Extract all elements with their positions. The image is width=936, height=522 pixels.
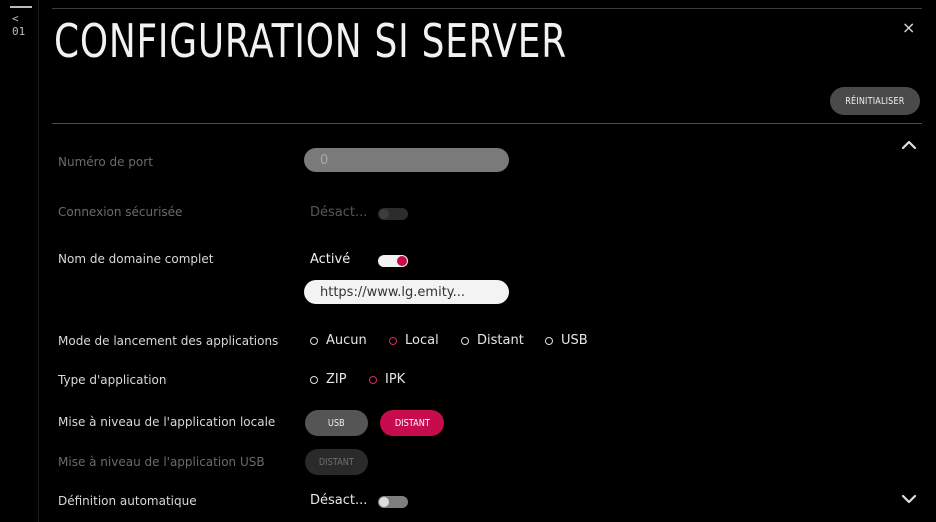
radio-icon [310, 336, 318, 345]
fqdn-value: Activé [310, 252, 351, 267]
toggle-knob [397, 256, 407, 266]
local-upgrade-label: Mise à niveau de l'application locale [58, 415, 276, 429]
top-divider [52, 8, 922, 9]
reset-button[interactable]: RÉINITIALISER [830, 87, 920, 115]
radio-label: ZIP [326, 372, 347, 387]
usb-upgrade-label: Mise à niveau de l'application USB [58, 455, 265, 469]
reset-button-label: RÉINITIALISER [845, 95, 905, 107]
launch-mode-option-local[interactable]: Local [389, 333, 439, 348]
local-upgrade-usb-button[interactable]: USB [305, 410, 368, 436]
back-indicator [10, 6, 32, 8]
page-title: CONFIGURATION SI SERVER [54, 14, 567, 68]
auto-definition-toggle[interactable] [378, 496, 408, 508]
header-divider [52, 123, 922, 124]
app-type-label: Type d'application [58, 373, 167, 387]
fqdn-label: Nom de domaine complet [58, 252, 214, 266]
chevron-up-icon[interactable] [900, 138, 918, 152]
radio-label: IPK [385, 372, 406, 387]
side-divider [38, 0, 39, 522]
app-type-option-zip[interactable]: ZIP [310, 372, 347, 387]
button-label: USB [328, 417, 345, 429]
radio-selected-icon [389, 336, 397, 345]
radio-label: Aucun [326, 333, 367, 348]
port-input[interactable]: 0 [304, 148, 509, 172]
fqdn-url-input[interactable]: https://www.lg.emity... [304, 280, 509, 304]
radio-icon [461, 336, 469, 345]
radio-label: Local [405, 333, 439, 348]
fqdn-toggle[interactable] [378, 255, 408, 267]
button-label: DISTANT [318, 456, 355, 468]
local-upgrade-distant-button[interactable]: DISTANT [380, 410, 444, 436]
close-icon[interactable]: × [902, 18, 915, 37]
radio-label: Distant [477, 333, 524, 348]
radio-icon [545, 336, 553, 345]
chevron-down-icon[interactable] [900, 492, 918, 506]
app-type-option-ipk[interactable]: IPK [369, 372, 405, 387]
radio-icon [310, 375, 318, 384]
toggle-knob [379, 497, 389, 507]
radio-selected-icon [369, 375, 377, 384]
radio-label: USB [561, 333, 588, 348]
secure-connection-value: Désact... [310, 205, 368, 220]
auto-definition-value: Désact... [310, 493, 368, 508]
secure-connection-label: Connexion sécurisée [58, 205, 183, 219]
button-label: DISTANT [394, 417, 430, 429]
port-label: Numéro de port [58, 155, 153, 169]
launch-mode-label: Mode de lancement des applications [58, 334, 279, 348]
usb-upgrade-distant-button[interactable]: DISTANT [305, 449, 368, 475]
toggle-knob [379, 209, 389, 219]
auto-definition-label: Définition automatique [58, 494, 197, 508]
launch-mode-option-distant[interactable]: Distant [461, 333, 524, 348]
launch-mode-option-aucun[interactable]: Aucun [310, 333, 367, 348]
back-label: < 01 [12, 12, 26, 38]
secure-connection-toggle[interactable] [378, 208, 408, 220]
launch-mode-option-usb[interactable]: USB [545, 333, 588, 348]
back-button[interactable]: < 01 [6, 6, 38, 38]
